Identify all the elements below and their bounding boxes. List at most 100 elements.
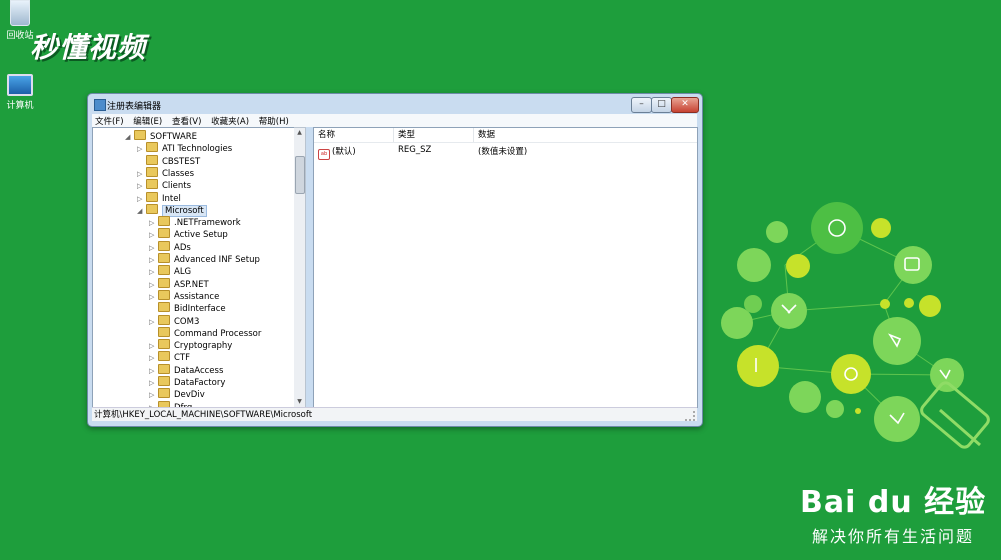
tree-item[interactable]: ▷ Intel: [137, 191, 181, 205]
folder-icon: [158, 277, 170, 288]
registry-icon: [94, 99, 106, 111]
menu-edit[interactable]: 编辑(E): [130, 114, 165, 128]
tree-item-label: ADs: [174, 242, 191, 253]
expand-arrow-icon[interactable]: ▷: [149, 365, 158, 377]
registry-editor-window: 注册表编辑器 – □ ✕ 文件(F) 编辑(E) 查看(V) 收藏夹(A) 帮助…: [87, 93, 703, 427]
scroll-up-icon[interactable]: ▲: [294, 128, 305, 138]
tree-item-label: ALG: [174, 267, 192, 278]
expand-arrow-icon[interactable]: ◢: [125, 131, 134, 143]
menu-favorites[interactable]: 收藏夹(A): [208, 114, 252, 128]
expand-arrow-icon[interactable]: ▷: [137, 168, 146, 180]
expand-arrow-icon[interactable]: ▷: [149, 254, 158, 266]
expand-arrow-icon[interactable]: ▷: [149, 340, 158, 352]
expand-arrow-icon[interactable]: ▷: [137, 143, 146, 155]
tree-item-label: CBSTEST: [162, 156, 201, 167]
tree-item[interactable]: ◢ Microsoft: [137, 203, 207, 217]
tree-item-label: Command Processor: [174, 328, 262, 339]
folder-icon: [158, 216, 170, 227]
tree-item-label: DataFactory: [174, 378, 226, 388]
tree-item[interactable]: Command Processor: [149, 326, 262, 339]
window-title: 注册表编辑器: [107, 102, 162, 112]
expand-arrow-icon[interactable]: ▷: [149, 377, 158, 389]
tree-item-label: .NETFramework: [174, 218, 241, 229]
value-type-cell: REG_SZ: [398, 145, 432, 155]
expand-arrow-icon[interactable]: ▷: [137, 180, 146, 192]
expand-arrow-icon[interactable]: ▷: [149, 229, 158, 241]
tree-item[interactable]: ◢ SOFTWARE: [125, 130, 197, 142]
expand-arrow-icon[interactable]: ▷: [149, 389, 158, 401]
menu-file[interactable]: 文件(F): [92, 114, 127, 128]
list-header: 名称 类型 数据: [314, 128, 697, 143]
folder-icon: [158, 240, 170, 251]
folder-icon: [134, 130, 146, 140]
value-data-cell: (数值未设置): [478, 147, 528, 157]
size-grip-icon[interactable]: [685, 411, 695, 421]
tree-item-label: Microsoft: [162, 204, 207, 217]
folder-icon: [146, 154, 158, 165]
expand-arrow-icon[interactable]: ▷: [149, 217, 158, 229]
tree-item-label: Classes: [162, 168, 195, 179]
folder-icon: [158, 289, 170, 300]
close-button[interactable]: ✕: [671, 97, 699, 113]
tree-item[interactable]: ▷ Cryptography: [149, 339, 232, 351]
folder-icon: [158, 314, 170, 325]
tree-item[interactable]: ▷ ATI Technologies: [137, 142, 232, 154]
tree-item[interactable]: ▷ .NETFramework: [149, 216, 241, 228]
maximize-button[interactable]: □: [651, 97, 672, 113]
tree-item[interactable]: ▷ Active Setup: [149, 228, 228, 240]
tree-item-label: COM3: [174, 316, 200, 327]
minimize-button[interactable]: –: [631, 97, 652, 113]
expand-arrow-icon[interactable]: ◢: [137, 205, 146, 217]
computer-label: 计算机: [6, 101, 34, 111]
tree-item[interactable]: BidInterface: [149, 302, 226, 314]
tree-item-label: Intel: [162, 193, 181, 204]
scroll-down-icon[interactable]: ▼: [294, 397, 305, 407]
tree-item-label: ATI Technologies: [162, 144, 233, 155]
column-name-header[interactable]: 名称: [314, 128, 394, 142]
brand-slogan: 解决你所有生活问题: [812, 527, 975, 546]
folder-icon: [146, 166, 158, 177]
tree-item[interactable]: ▷ DevDiv: [149, 388, 205, 400]
folder-icon: [158, 228, 170, 239]
expand-arrow-icon[interactable]: ▷: [149, 266, 158, 278]
expand-arrow-icon[interactable]: ▷: [149, 242, 158, 254]
folder-icon: [146, 203, 158, 214]
baidu-logo: Bai du 经验: [800, 485, 987, 520]
tree-item[interactable]: ▷ Assistance: [149, 289, 219, 303]
folder-icon: [158, 253, 170, 263]
tree-item-label: Active Setup: [174, 230, 228, 241]
menu-view[interactable]: 查看(V): [169, 114, 204, 128]
string-value-icon: ab: [318, 149, 330, 160]
tree-item[interactable]: ▷ ADs: [149, 240, 191, 254]
folder-icon: [158, 388, 170, 399]
tree-item[interactable]: ▷ ALG: [149, 265, 191, 277]
tree-item[interactable]: ▷ DataAccess: [149, 363, 223, 377]
computer-icon: [7, 74, 33, 96]
computer-desktop-icon[interactable]: 计算机: [0, 74, 40, 111]
tree-item[interactable]: ▷ Clients: [137, 179, 191, 191]
column-type-header[interactable]: 类型: [394, 128, 474, 142]
tree-item[interactable]: CBSTEST: [137, 154, 201, 167]
scroll-thumb[interactable]: [295, 156, 305, 194]
tree-item[interactable]: ▷ COM3: [149, 314, 200, 328]
folder-icon: [146, 191, 158, 202]
folder-icon: [158, 363, 170, 374]
registry-tree[interactable]: ◢ SOFTWARE ▷ ATI Technologies CBSTEST ▷ Classe…: [92, 127, 300, 408]
expand-arrow-icon[interactable]: ▷: [149, 291, 158, 303]
expand-arrow-icon[interactable]: ▷: [149, 279, 158, 291]
tree-item[interactable]: ▷ ASP.NET: [149, 277, 209, 291]
menu-help[interactable]: 帮助(H): [256, 114, 292, 128]
tree-item[interactable]: ▷ CTF: [149, 351, 190, 363]
expand-arrow-icon[interactable]: ▷: [149, 316, 158, 328]
folder-icon: [146, 179, 158, 190]
tree-item-label: Advanced INF Setup: [174, 255, 260, 265]
tree-item[interactable]: ▷ Advanced INF Setup: [149, 253, 260, 265]
column-data-header[interactable]: 数据: [474, 128, 697, 142]
tree-item[interactable]: ▷ DataFactory: [149, 376, 225, 388]
expand-arrow-icon[interactable]: ▷: [149, 352, 158, 364]
tree-scrollbar[interactable]: ▲ ▼: [294, 127, 306, 408]
tree-item[interactable]: ▷ Classes: [137, 166, 195, 180]
expand-arrow-icon[interactable]: ▷: [137, 193, 146, 205]
title-bar[interactable]: 注册表编辑器 – □ ✕: [88, 94, 702, 114]
values-list[interactable]: 名称 类型 数据 ab (默认) REG_SZ (数值未设置): [313, 127, 698, 408]
